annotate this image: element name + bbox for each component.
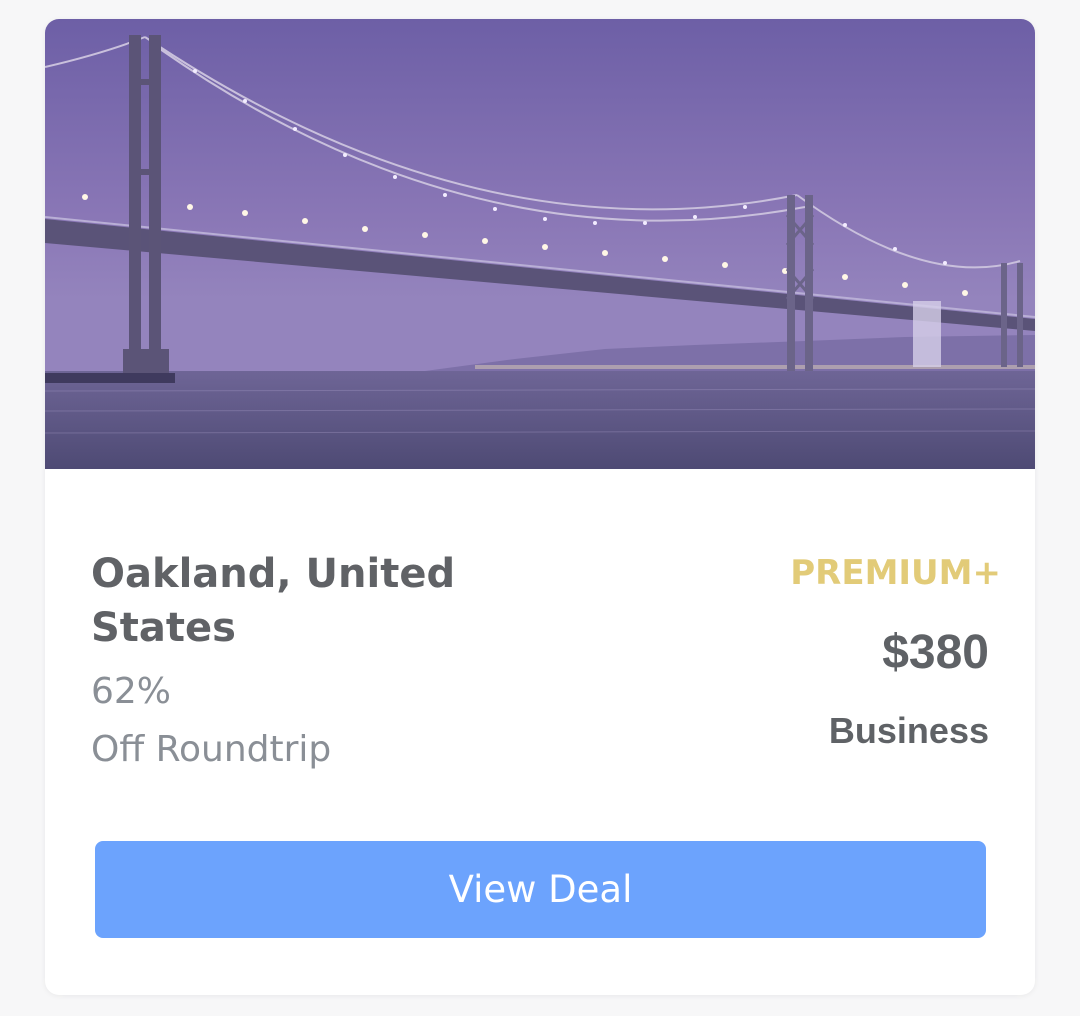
view-deal-button[interactable]: View Deal (95, 841, 986, 938)
destination-title: Oakland, United States (91, 551, 456, 651)
discount-percent: 62% (91, 671, 172, 712)
deal-card[interactable]: Oakland, United States 62% Off Roundtrip… (45, 19, 1035, 995)
cabin-class: Business (828, 710, 989, 751)
discount-label: Off Roundtrip (91, 729, 332, 770)
discount-block: 62% Off Roundtrip (91, 663, 331, 779)
price: $380 (882, 626, 989, 679)
tier-badge: PREMIUM+ (790, 553, 1001, 593)
deal-info: Oakland, United States 62% Off Roundtrip… (45, 469, 1035, 995)
destination-photo (45, 19, 1035, 469)
